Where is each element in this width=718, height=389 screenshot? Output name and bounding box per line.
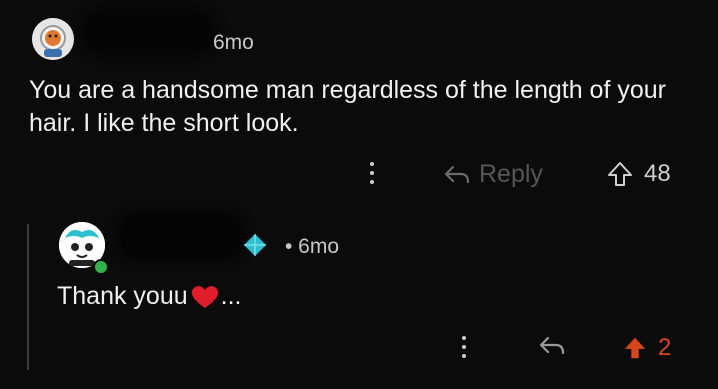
reply-label: Reply — [479, 160, 543, 188]
reply-text-line: Thank youu ... — [57, 282, 241, 311]
more-options-icon[interactable] — [461, 336, 467, 358]
online-indicator — [93, 259, 109, 275]
astronaut-avatar-icon — [32, 18, 74, 60]
redacted-username — [122, 216, 240, 256]
reply-arrow-icon — [539, 336, 565, 355]
vote-count: 2 — [658, 334, 672, 361]
heart-emoji-icon — [191, 285, 218, 308]
comment-timestamp: 6mo — [213, 31, 254, 54]
avatar[interactable] — [32, 18, 74, 60]
reply-arrow-icon — [444, 165, 470, 183]
upvote-button[interactable]: 48 — [606, 160, 671, 188]
reply-timestamp: • 6mo — [285, 235, 340, 258]
upvote-arrow-icon — [608, 162, 632, 186]
reply-text: Thank youu — [57, 282, 188, 310]
upvote-arrow-icon — [624, 337, 646, 359]
reply-button[interactable] — [538, 335, 566, 362]
diamond-flair-icon — [242, 233, 268, 262]
vote-count: 48 — [644, 160, 671, 187]
reply-text-suffix: ... — [220, 282, 242, 310]
reply-button[interactable]: Reply — [443, 160, 543, 189]
comment-text: You are a handsome man regardless of the… — [29, 76, 666, 137]
thread-line[interactable] — [27, 224, 29, 370]
redacted-username — [86, 14, 210, 50]
upvote-button[interactable]: 2 — [622, 334, 671, 362]
more-options-icon[interactable] — [369, 162, 375, 184]
